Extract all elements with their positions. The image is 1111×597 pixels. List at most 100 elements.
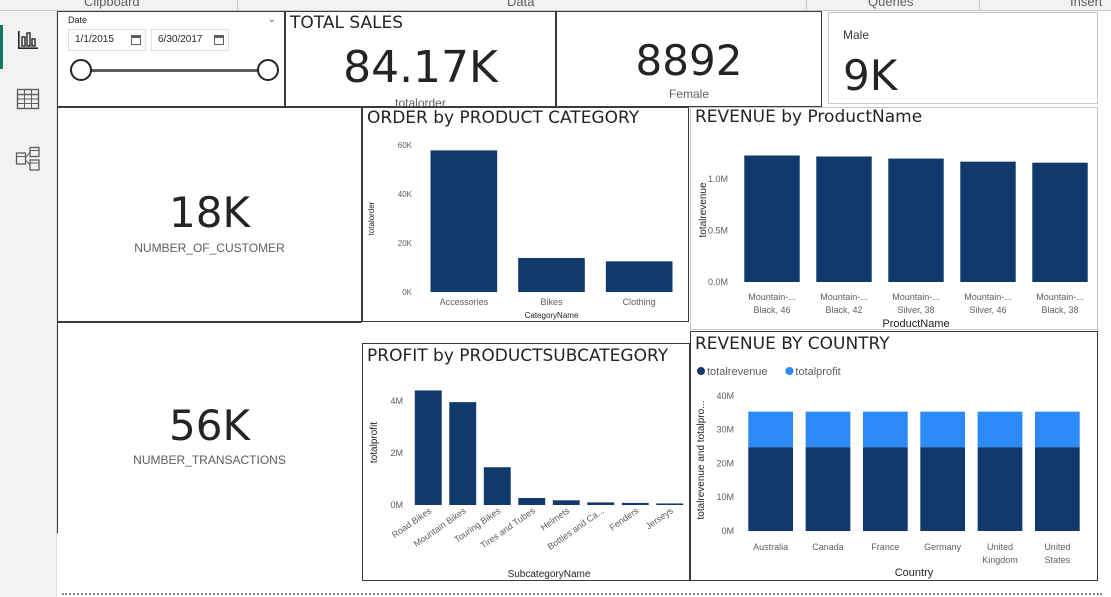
x-tick-label: United <box>1044 542 1070 552</box>
ribbon-separator <box>979 0 980 10</box>
legend-marker <box>697 367 705 375</box>
female-card: 8892 Female <box>556 11 822 107</box>
page-boundary-line <box>62 593 1102 595</box>
x-tick-label: Clothing <box>623 297 656 307</box>
table-view-button[interactable] <box>13 84 43 114</box>
calendar-icon[interactable] <box>131 35 141 45</box>
chart-svg: 0.0M 0.5M 1.0M Mountain-... Black, 46 Mountai… <box>698 155 1088 329</box>
x-tick-label: Black, 42 <box>825 305 862 315</box>
bar <box>888 158 944 282</box>
model-diagram-icon <box>15 146 40 171</box>
x-tick-label: Bikes <box>540 297 563 307</box>
y-axis-title: totalrevenue <box>698 182 709 237</box>
end-date-input[interactable]: 6/30/2017 <box>151 29 229 51</box>
date-slicer[interactable]: Date ⌄ 1/1/2015 6/30/2017 <box>57 11 285 107</box>
model-view-button[interactable] <box>13 144 43 174</box>
x-tick-label: Canada <box>812 542 844 552</box>
x-axis-title: Country <box>895 567 934 579</box>
x-tick-label: Mountain-... <box>964 292 1012 302</box>
kpi-label: NUMBER_OF_CUSTOMER <box>134 241 285 255</box>
chart-svg: 0M2M4MRoad BikesMountain BikesTouring Bi… <box>369 390 684 580</box>
order-by-category-chart[interactable]: ORDER by PRODUCT CATEGORY 0K 20K 40K 60K Acc… <box>362 107 689 322</box>
bar-totalprofit <box>805 411 851 448</box>
report-canvas: Clipboard Data Queries Insert Date ⌄ 1/1… <box>0 0 1111 597</box>
range-start-handle[interactable] <box>70 59 92 81</box>
range-end-handle[interactable] <box>257 59 279 81</box>
card-title: TOTAL SALES <box>290 13 404 33</box>
x-tick-label: France <box>871 542 899 552</box>
chevron-down-icon[interactable]: ⌄ <box>268 14 276 25</box>
x-axis-title: CategoryName <box>525 311 579 320</box>
y-tick-label: 0.0M <box>708 277 728 287</box>
x-tick-label: Accessories <box>440 297 489 307</box>
bar <box>518 497 546 505</box>
bar-totalrevenue <box>1034 447 1080 531</box>
y-tick-label: 40K <box>398 190 413 199</box>
bar <box>621 502 649 505</box>
kpi-value: 56K <box>169 401 250 450</box>
bar <box>449 402 477 505</box>
y-axis-title: totalrevenue and totalpro... <box>696 401 707 520</box>
kpi-value: 18K <box>169 188 250 237</box>
slicer-title: Date <box>68 15 88 25</box>
kpi-label: NUMBER_TRANSACTIONS <box>133 453 286 467</box>
y-axis-title: totalprofit <box>369 422 380 463</box>
y-tick-label: 20K <box>398 239 413 248</box>
bar-totalrevenue <box>920 447 966 531</box>
y-tick-label: 1.0M <box>708 174 728 184</box>
kpi-value: 8892 <box>635 36 743 85</box>
x-tick-label: Black, 38 <box>1041 305 1078 315</box>
ribbon-group-clipboard[interactable]: Clipboard <box>84 0 140 9</box>
start-date-value: 1/1/2015 <box>75 34 114 45</box>
x-tick-label: Silver, 46 <box>969 305 1006 315</box>
ribbon-group-insert[interactable]: Insert <box>1070 0 1103 9</box>
y-tick-label: 0K <box>402 288 412 297</box>
x-tick-label: Mountain-... <box>1036 292 1084 302</box>
y-tick-label: 20M <box>716 458 734 468</box>
y-tick-label: 0M <box>721 526 734 536</box>
active-view-indicator <box>0 25 3 69</box>
table-grid-icon <box>16 88 40 110</box>
bar-totalrevenue <box>748 447 794 531</box>
bar-totalprofit <box>748 411 794 448</box>
bar <box>1032 162 1088 282</box>
bar <box>605 261 673 292</box>
y-tick-label: 60K <box>398 141 413 150</box>
revenue-by-product-chart[interactable]: REVENUE by ProductName 0.0M 0.5M 1.0M Mount… <box>690 107 1098 330</box>
bar <box>587 502 615 505</box>
transactions-card: 56K NUMBER_TRANSACTIONS <box>57 322 362 534</box>
ribbon-group-queries[interactable]: Queries <box>868 0 914 9</box>
bar <box>483 467 511 505</box>
revenue-by-country-chart[interactable]: REVENUE BY COUNTRY 0M 10M 20M 30M 40M totalre… <box>690 331 1098 581</box>
x-tick-label: Australia <box>753 542 788 552</box>
x-axis-title: ProductName <box>882 318 949 329</box>
ribbon-strip: Clipboard Data Queries Insert <box>0 0 1111 11</box>
ribbon-group-data[interactable]: Data <box>507 0 534 9</box>
chart-svg: 0M 10M 20M 30M 40M totalrevenue totalprofit Aus… <box>696 366 1080 579</box>
view-rail <box>0 11 57 597</box>
profit-by-subcategory-chart[interactable]: PROFIT by PRODUCTSUBCATEGORY 0M 2M 4M Road … <box>362 343 690 581</box>
bar-totalprofit <box>920 411 966 448</box>
bar-totalprofit <box>977 411 1023 448</box>
ribbon-separator <box>806 0 807 10</box>
x-tick-label: Kingdom <box>982 555 1018 565</box>
legend-label: totalrevenue <box>707 366 768 378</box>
kpi-label: Female <box>668 87 709 101</box>
start-date-input[interactable]: 1/1/2015 <box>68 29 146 51</box>
chart-svg: 0K 20K 40K 60K Accessories Bikes Clothing Categ… <box>367 141 673 320</box>
calendar-icon[interactable] <box>214 35 224 45</box>
kpi-label: Male <box>843 28 870 42</box>
customers-card: 18K NUMBER_OF_CUSTOMER <box>57 107 362 322</box>
date-range-track[interactable] <box>80 69 267 72</box>
legend-marker <box>785 367 794 375</box>
x-tick-label: Mountain-... <box>892 292 940 302</box>
bar-totalrevenue <box>977 447 1023 531</box>
report-view-button[interactable] <box>13 25 43 55</box>
bar-totalrevenue <box>805 447 851 531</box>
kpi-value: 9K <box>843 51 898 100</box>
x-tick-label: Silver, 38 <box>897 305 934 315</box>
y-axis-title: totalorder <box>367 201 376 235</box>
x-tick-label: Fenders <box>608 505 641 532</box>
x-tick-label: Black, 46 <box>753 305 790 315</box>
x-tick-label: Mountain-... <box>748 292 796 302</box>
